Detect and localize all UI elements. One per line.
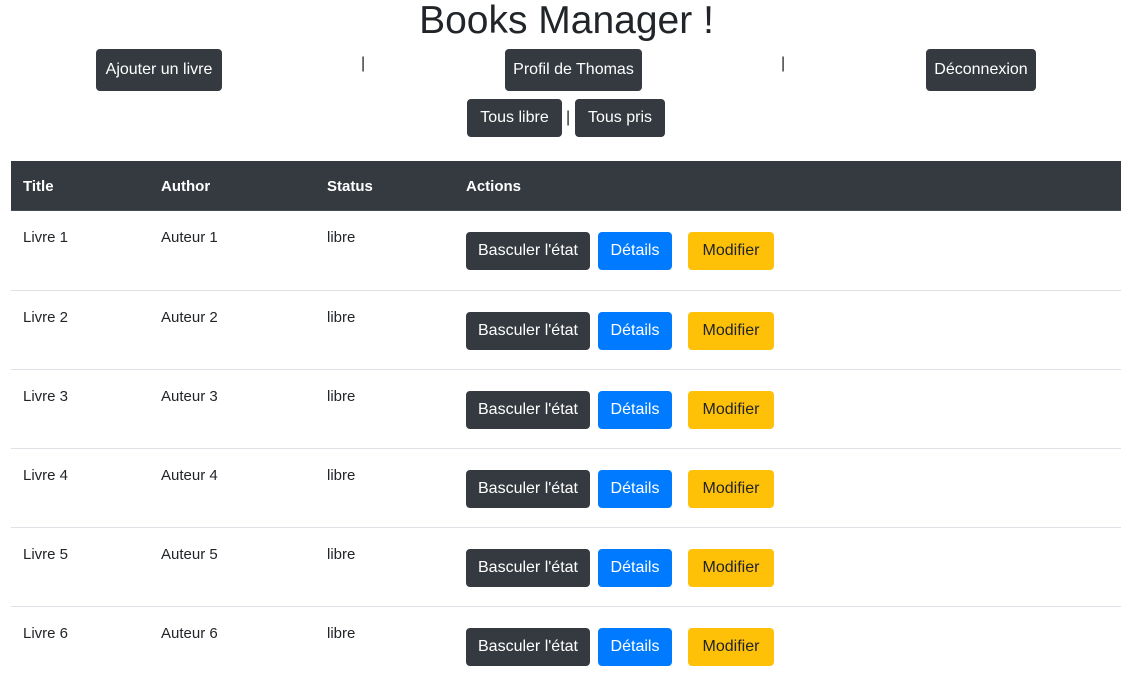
filter-all-taken-button[interactable]: Tous pris (575, 99, 665, 137)
edit-button[interactable]: Modifier (688, 391, 774, 429)
column-header-author: Author (161, 178, 211, 195)
book-title-cell: Livre 1 (23, 229, 69, 246)
column-header-status: Status (327, 178, 373, 195)
toggle-status-button[interactable]: Basculer l'état (466, 312, 590, 350)
filter-separator: | (566, 109, 571, 126)
book-author-cell: Auteur 2 (161, 309, 218, 326)
filter-all-free-button[interactable]: Tous libre (467, 99, 562, 137)
book-status-cell: libre (327, 546, 356, 563)
book-author-cell: Auteur 3 (161, 388, 218, 405)
edit-button[interactable]: Modifier (688, 312, 774, 350)
nav-separator: | (361, 55, 366, 72)
book-status-cell: libre (327, 625, 356, 642)
toggle-status-button[interactable]: Basculer l'état (466, 628, 590, 666)
table-header: Title Author Status Actions (11, 161, 1121, 211)
book-status-cell: libre (327, 388, 356, 405)
book-author-cell: Auteur 5 (161, 546, 218, 563)
book-status-cell: libre (327, 229, 356, 246)
edit-button[interactable]: Modifier (688, 549, 774, 587)
table-row: Livre 2 Auteur 2 libre Basculer l'état Détai… (11, 290, 1121, 369)
book-title-cell: Livre 3 (23, 388, 69, 405)
book-title-cell: Livre 5 (23, 546, 69, 563)
table-row: Livre 4 Auteur 4 libre Basculer l'état Détai… (11, 448, 1121, 527)
table-row: Livre 1 Auteur 1 libre Basculer l'état Détai… (11, 211, 1121, 290)
profile-button[interactable]: Profil de Thomas (505, 49, 642, 91)
details-button[interactable]: Détails (598, 628, 672, 666)
toggle-status-button[interactable]: Basculer l'état (466, 549, 590, 587)
column-header-actions: Actions (466, 178, 522, 195)
book-status-cell: libre (327, 309, 356, 326)
details-button[interactable]: Détails (598, 312, 672, 350)
details-button[interactable]: Détails (598, 232, 672, 270)
edit-button[interactable]: Modifier (688, 470, 774, 508)
book-title-cell: Livre 4 (23, 467, 69, 484)
book-author-cell: Auteur 1 (161, 229, 218, 246)
book-author-cell: Auteur 6 (161, 625, 218, 642)
logout-button[interactable]: Déconnexion (926, 49, 1036, 91)
table-row: Livre 3 Auteur 3 libre Basculer l'état Détai… (11, 369, 1121, 448)
column-header-title: Title (23, 178, 54, 195)
book-title-cell: Livre 6 (23, 625, 69, 642)
table-row: Livre 6 Auteur 6 libre Basculer l'état Détai… (11, 606, 1121, 685)
book-title-cell: Livre 2 (23, 309, 69, 326)
details-button[interactable]: Détails (598, 549, 672, 587)
details-button[interactable]: Détails (598, 391, 672, 429)
toggle-status-button[interactable]: Basculer l'état (466, 391, 590, 429)
book-status-cell: libre (327, 467, 356, 484)
edit-button[interactable]: Modifier (688, 628, 774, 666)
add-book-button[interactable]: Ajouter un livre (96, 49, 222, 91)
book-author-cell: Auteur 4 (161, 467, 218, 484)
page-title: Books Manager ! (419, 0, 714, 42)
nav-separator: | (781, 55, 786, 72)
toggle-status-button[interactable]: Basculer l'état (466, 470, 590, 508)
edit-button[interactable]: Modifier (688, 232, 774, 270)
toggle-status-button[interactable]: Basculer l'état (466, 232, 590, 270)
details-button[interactable]: Détails (598, 470, 672, 508)
table-row: Livre 5 Auteur 5 libre Basculer l'état Détai… (11, 527, 1121, 606)
